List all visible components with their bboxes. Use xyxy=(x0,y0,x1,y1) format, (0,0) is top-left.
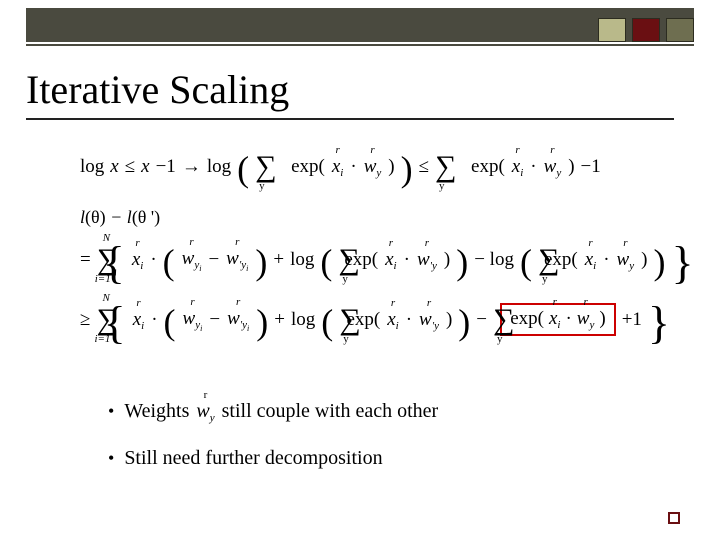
footer-square-icon xyxy=(668,512,680,524)
header-bar xyxy=(26,8,694,42)
weight-vector-symbol: wy xyxy=(194,400,216,423)
sum-i-2: ∑ N i=1 xyxy=(96,299,97,339)
header-underline xyxy=(26,44,694,46)
math-block: log x ≤ x −1 → log ( ∑ y exp( xi · wy ) … xyxy=(80,140,670,342)
equation-line-1: log x ≤ x −1 → log ( ∑ y exp( xi · wy ) … xyxy=(80,146,670,186)
bullet-2: Still need further decomposition xyxy=(108,447,438,470)
title-underline xyxy=(26,118,674,120)
equation-line-3: ≥ ∑ N i=1 { xi · ( wyi − w'yi ) + log ( … xyxy=(80,296,670,342)
header-square-2 xyxy=(632,18,660,42)
header-square-3 xyxy=(666,18,694,42)
sum-y-1: ∑ y xyxy=(255,146,285,186)
slide: Iterative Scaling log x ≤ x −1 → log ( ∑… xyxy=(0,0,720,540)
slide-title: Iterative Scaling xyxy=(26,66,289,113)
bullet-dot-icon xyxy=(108,400,114,423)
bullet-1-text-b: still couple with each other xyxy=(222,400,439,422)
bullet-list: Weights wy still couple with each other … xyxy=(108,400,438,494)
bullet-2-text: Still need further decomposition xyxy=(124,447,382,470)
bullet-1-text-a: Weights xyxy=(124,400,189,422)
highlighted-term: exp( xi · wy ) xyxy=(500,303,616,336)
equation-line-2: = ∑ N i=1 { xi · ( wyi − w'yi ) + log ( … xyxy=(80,236,670,282)
header-square-1 xyxy=(598,18,626,42)
sum-y-2: ∑ y xyxy=(435,146,465,186)
likelihood-difference: l(θ) − l(θ ') xyxy=(80,208,670,226)
bullet-1: Weights wy still couple with each other xyxy=(108,400,438,423)
bullet-dot-icon xyxy=(108,447,114,470)
